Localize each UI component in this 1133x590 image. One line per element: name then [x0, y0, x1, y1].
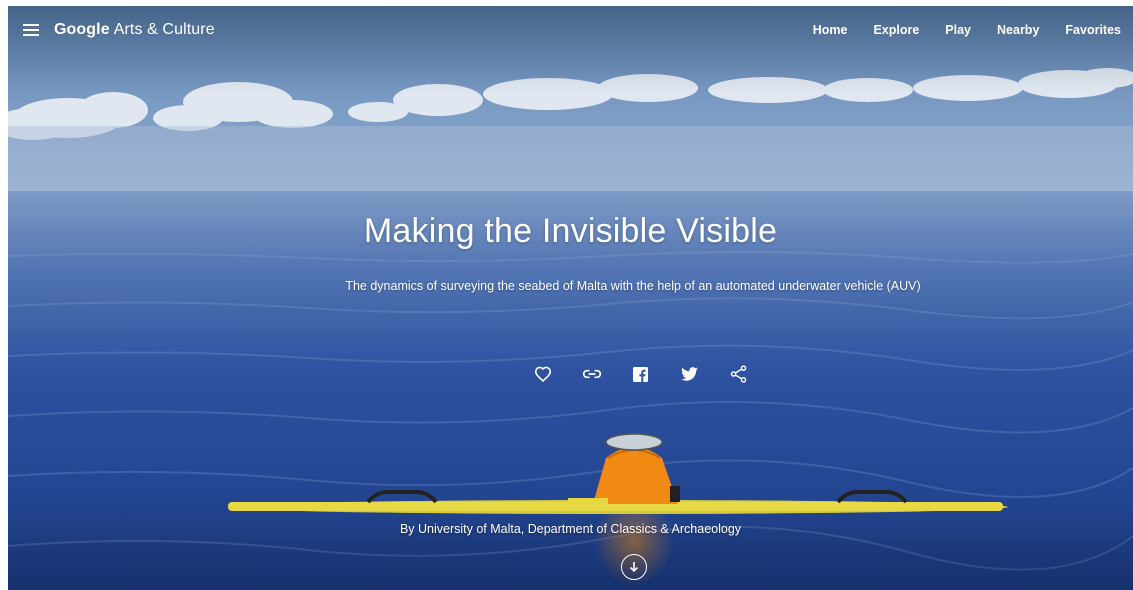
- link-icon[interactable]: [567, 362, 616, 386]
- nav-nearby-link[interactable]: Nearby: [971, 23, 1039, 37]
- heart-icon[interactable]: [518, 362, 567, 386]
- story-title: Making the Invisible Visible: [363, 212, 778, 250]
- story-credit[interactable]: By University of Malta, Department of Cl…: [8, 522, 1133, 536]
- logo-product: Arts & Culture: [113, 21, 215, 38]
- arrow-down-icon[interactable]: [621, 554, 647, 580]
- nav-home-link[interactable]: Home: [787, 23, 848, 37]
- story-action-bar: [518, 362, 763, 386]
- main-nav: Home Explore Play Nearby Favorites: [787, 23, 1133, 37]
- twitter-icon[interactable]: [665, 362, 714, 386]
- facebook-icon[interactable]: [616, 362, 665, 386]
- google-arts-culture-logo[interactable]: Google Arts & Culture: [54, 21, 215, 39]
- hamburger-menu-icon[interactable]: [8, 6, 54, 54]
- logo-brand: Google: [54, 21, 110, 38]
- top-navigation-bar: Google Arts & Culture Home Explore Play …: [8, 6, 1133, 54]
- nav-favorites-link[interactable]: Favorites: [1039, 23, 1121, 37]
- nav-play-link[interactable]: Play: [919, 23, 971, 37]
- hero-background-image: [8, 6, 1133, 590]
- story-hero: Google Arts & Culture Home Explore Play …: [8, 6, 1133, 590]
- story-subtitle: The dynamics of surveying the seabed of …: [345, 279, 921, 293]
- nav-explore-link[interactable]: Explore: [847, 23, 919, 37]
- share-icon[interactable]: [714, 362, 763, 386]
